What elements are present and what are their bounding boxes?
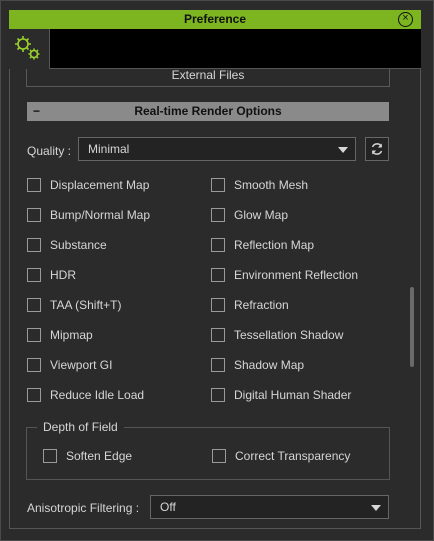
gears-icon xyxy=(15,36,40,60)
anisotropic-filtering-select[interactable]: Off xyxy=(150,495,389,519)
window-title: Preference xyxy=(183,12,247,26)
chevron-down-icon xyxy=(338,147,348,153)
label-tessellation-shadow: Tessellation Shadow xyxy=(234,328,344,342)
quality-value: Minimal xyxy=(88,142,130,156)
close-icon[interactable]: × xyxy=(398,12,413,27)
label-substance: Substance xyxy=(50,238,107,252)
external-files-button[interactable]: External Files xyxy=(26,69,390,87)
tab-strip xyxy=(9,29,421,69)
checkbox-glow-map[interactable] xyxy=(211,208,225,222)
checkbox-displacement-map[interactable] xyxy=(27,178,41,192)
title-bar[interactable]: Preference × xyxy=(9,10,421,29)
checkbox-reduce-idle-load[interactable] xyxy=(27,388,41,402)
checkbox-taa[interactable] xyxy=(27,298,41,312)
collapse-icon[interactable]: − xyxy=(33,102,40,121)
settings-panel: External Files − Real-time Render Option… xyxy=(9,69,421,529)
label-shadow-map: Shadow Map xyxy=(234,358,305,372)
tab-general-settings[interactable] xyxy=(9,29,50,69)
checkbox-mipmap[interactable] xyxy=(27,328,41,342)
label-taa: TAA (Shift+T) xyxy=(50,298,122,312)
checkbox-tessellation-shadow[interactable] xyxy=(211,328,225,342)
quality-label: Quality : xyxy=(27,144,72,158)
quality-select[interactable]: Minimal xyxy=(78,137,356,161)
anisotropic-filtering-label: Anisotropic Filtering : xyxy=(27,501,140,515)
label-viewport-gi: Viewport GI xyxy=(50,358,113,372)
label-smooth-mesh: Smooth Mesh xyxy=(234,178,309,192)
checkbox-digital-human-shader[interactable] xyxy=(211,388,225,402)
label-displacement-map: Displacement Map xyxy=(50,178,150,192)
render-options-header[interactable]: − Real-time Render Options xyxy=(27,102,389,121)
checkbox-soften-edge[interactable] xyxy=(43,449,57,463)
checkbox-reflection-map[interactable] xyxy=(211,238,225,252)
checkbox-bump-normal-map[interactable] xyxy=(27,208,41,222)
checkbox-hdr[interactable] xyxy=(27,268,41,282)
checkbox-shadow-map[interactable] xyxy=(211,358,225,372)
checkbox-viewport-gi[interactable] xyxy=(27,358,41,372)
label-reduce-idle-load: Reduce Idle Load xyxy=(50,388,145,402)
checkbox-substance[interactable] xyxy=(27,238,41,252)
label-soften-edge: Soften Edge xyxy=(66,449,133,463)
depth-of-field-title: Depth of Field xyxy=(37,420,124,434)
section-title: Real-time Render Options xyxy=(134,104,282,118)
checkbox-environment-reflection[interactable] xyxy=(211,268,225,282)
label-correct-transparency: Correct Transparency xyxy=(235,449,351,463)
depth-of-field-group: Depth of Field Soften Edge Correct Trans… xyxy=(26,420,390,480)
label-bump-normal-map: Bump/Normal Map xyxy=(50,208,151,222)
label-refraction: Refraction xyxy=(234,298,289,312)
label-environment-reflection: Environment Reflection xyxy=(234,268,359,282)
reset-button[interactable] xyxy=(365,137,389,161)
label-hdr: HDR xyxy=(50,268,76,282)
checkbox-smooth-mesh[interactable] xyxy=(211,178,225,192)
label-reflection-map: Reflection Map xyxy=(234,238,315,252)
checkbox-correct-transparency[interactable] xyxy=(212,449,226,463)
preference-window: Preference × External Files − Real-time … xyxy=(0,0,434,541)
anisotropic-filtering-value: Off xyxy=(160,500,176,514)
label-digital-human-shader: Digital Human Shader xyxy=(234,388,352,402)
chevron-down-icon xyxy=(371,505,381,511)
scrollbar-thumb[interactable] xyxy=(410,287,414,367)
refresh-icon xyxy=(371,143,383,155)
label-glow-map: Glow Map xyxy=(234,208,289,222)
label-mipmap: Mipmap xyxy=(50,328,93,342)
checkbox-refraction[interactable] xyxy=(211,298,225,312)
